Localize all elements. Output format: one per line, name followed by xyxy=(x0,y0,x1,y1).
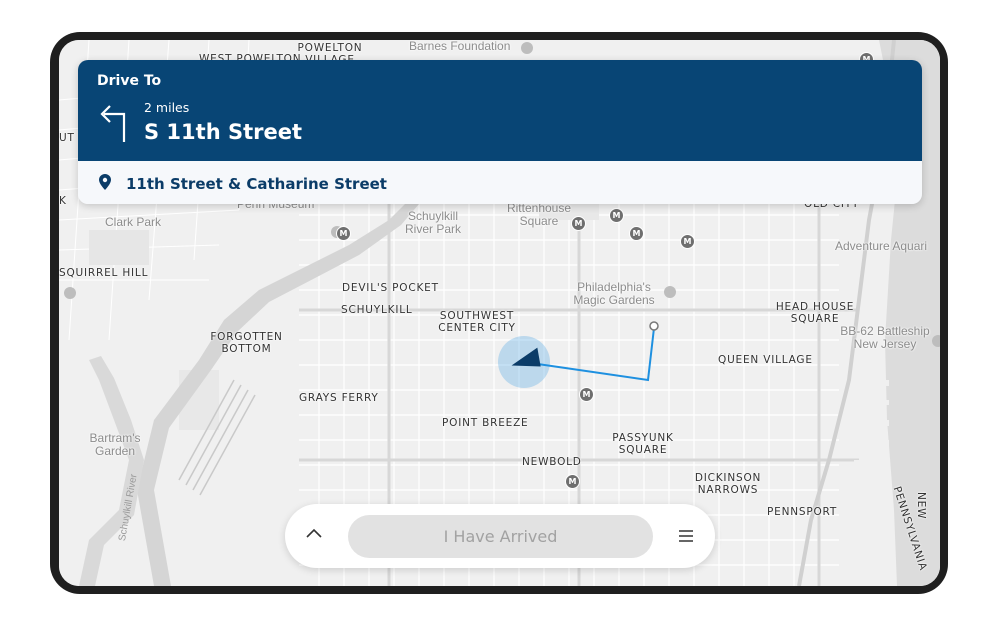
map-poi-rittenhouse-square: Rittenhouse Square xyxy=(506,201,572,228)
navigation-card[interactable]: Drive To 2 miles S 11th Street 11th Stre… xyxy=(78,60,922,204)
map-label-southwest-center-city: SOUTHWEST CENTER CITY xyxy=(438,310,516,334)
hamburger-menu-icon[interactable] xyxy=(677,529,695,543)
map-label-new-jersey-cut: NEW xyxy=(915,492,927,520)
map-poi-adventure-aquarium: Adventure Aquari xyxy=(835,239,928,253)
turn-left-icon xyxy=(100,105,126,142)
metro-station-icon[interactable]: M xyxy=(609,208,624,223)
map-label-pennsport: PENNSPORT xyxy=(767,506,838,518)
metro-station-icon[interactable]: M xyxy=(571,216,586,231)
map-label-grays-ferry: GRAYS FERRY xyxy=(299,392,379,404)
map-label-forgotten-bottom: FORGOTTEN BOTTOM xyxy=(210,331,283,355)
turn-instruction-panel[interactable]: Drive To 2 miles S 11th Street xyxy=(78,60,922,161)
metro-station-icon[interactable]: M xyxy=(629,226,644,241)
map-label-passyunk-square: PASSYUNK SQUARE xyxy=(612,432,674,456)
map-label-point-breeze: POINT BREEZE xyxy=(442,417,529,429)
turn-distance: 2 miles xyxy=(144,100,190,115)
map-poi-barnes-foundation: Barnes Foundation xyxy=(409,40,511,53)
map-poi-bartrams-garden: Bartram's Garden xyxy=(89,431,141,458)
drive-to-label: Drive To xyxy=(97,73,162,89)
map-label-queen-village: QUEEN VILLAGE xyxy=(718,354,813,366)
route-destination-dot xyxy=(649,321,659,331)
metro-station-icon[interactable]: M xyxy=(565,474,580,489)
destination-panel[interactable]: 11th Street & Catharine Street xyxy=(78,161,922,204)
destination-address: 11th Street & Catharine Street xyxy=(126,175,387,193)
bottom-action-bar: I Have Arrived xyxy=(285,504,715,568)
map-poi-magic-gardens: Philadelphia's Magic Gardens xyxy=(573,280,655,307)
metro-station-icon[interactable]: M xyxy=(680,234,695,249)
map-poi-battleship: BB-62 Battleship New Jersey xyxy=(840,324,930,351)
location-pin-icon xyxy=(99,174,111,190)
map-poi-schuylkill-river-park: Schuylkill River Park xyxy=(404,209,461,236)
map-label-dickinson-narrows: DICKINSON NARROWS xyxy=(694,472,762,496)
turn-street-name: S 11th Street xyxy=(144,120,303,144)
metro-station-icon[interactable]: M xyxy=(336,226,351,241)
metro-station-icon[interactable]: M xyxy=(579,387,594,402)
map-label-schuylkill: SCHUYLKILL xyxy=(341,304,413,316)
map-label-devils-pocket: DEVIL'S POCKET xyxy=(342,282,439,294)
map-label-squirrel-hill: SQUIRREL HILL xyxy=(59,267,149,279)
map-poi-clark-park: Clark Park xyxy=(105,215,162,229)
map-label-cut-left-2: K xyxy=(59,195,67,207)
map-label-head-house-square: HEAD HOUSE SQUARE xyxy=(775,301,855,325)
chevron-up-icon[interactable] xyxy=(305,527,323,539)
i-have-arrived-button[interactable]: I Have Arrived xyxy=(348,515,653,558)
map-label-newbold: NEWBOLD xyxy=(522,456,582,468)
